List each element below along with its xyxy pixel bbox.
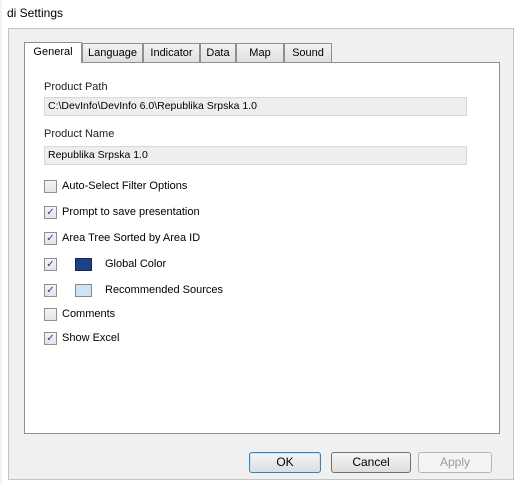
prompt-save-label: Prompt to save presentation — [62, 206, 200, 218]
comments-label: Comments — [62, 308, 116, 320]
show-excel-checkbox[interactable]: ✓ — [44, 332, 57, 345]
auto-select-filter-label: Auto-Select Filter Options — [62, 180, 188, 192]
tab-general[interactable]: General — [24, 42, 82, 63]
recommended-sources-label: Recommended Sources — [105, 284, 224, 296]
tab-indicator[interactable]: Indicator — [143, 43, 200, 62]
prompt-save-checkbox[interactable]: ✓ — [44, 206, 57, 219]
product-name-field[interactable]: Republika Srpska 1.0 — [44, 146, 467, 165]
checkmark-icon: ✓ — [46, 333, 55, 344]
tab-language[interactable]: Language — [82, 43, 143, 62]
apply-button[interactable]: Apply — [418, 452, 492, 473]
global-color-swatch[interactable] — [75, 258, 92, 271]
auto-select-filter-checkbox[interactable] — [44, 180, 57, 193]
general-tab-panel — [24, 62, 500, 434]
show-excel-label: Show Excel — [62, 332, 120, 344]
checkmark-icon: ✓ — [46, 207, 55, 218]
comments-checkbox[interactable] — [44, 308, 57, 321]
global-color-label: Global Color — [105, 258, 167, 270]
area-tree-sorted-checkbox[interactable]: ✓ — [44, 232, 57, 245]
tab-sound[interactable]: Sound — [284, 43, 332, 62]
window-title: di Settings — [7, 6, 64, 20]
checkmark-icon: ✓ — [46, 259, 55, 270]
checkmark-icon: ✓ — [46, 285, 55, 296]
window-edge — [0, 0, 2, 484]
recommended-sources-checkbox[interactable]: ✓ — [44, 284, 57, 297]
cancel-button[interactable]: Cancel — [331, 452, 411, 473]
area-tree-sorted-label: Area Tree Sorted by Area ID — [62, 232, 201, 244]
product-path-field[interactable]: C:\DevInfo\DevInfo 6.0\Republika Srpska … — [44, 97, 467, 116]
product-name-label: Product Name — [44, 128, 115, 140]
recommended-sources-swatch[interactable] — [75, 284, 92, 297]
global-color-checkbox[interactable]: ✓ — [44, 258, 57, 271]
checkmark-icon: ✓ — [46, 233, 55, 244]
tab-map[interactable]: Map — [236, 43, 284, 62]
ok-button[interactable]: OK — [249, 452, 321, 473]
product-path-label: Product Path — [44, 81, 108, 93]
tab-data[interactable]: Data — [200, 43, 236, 62]
